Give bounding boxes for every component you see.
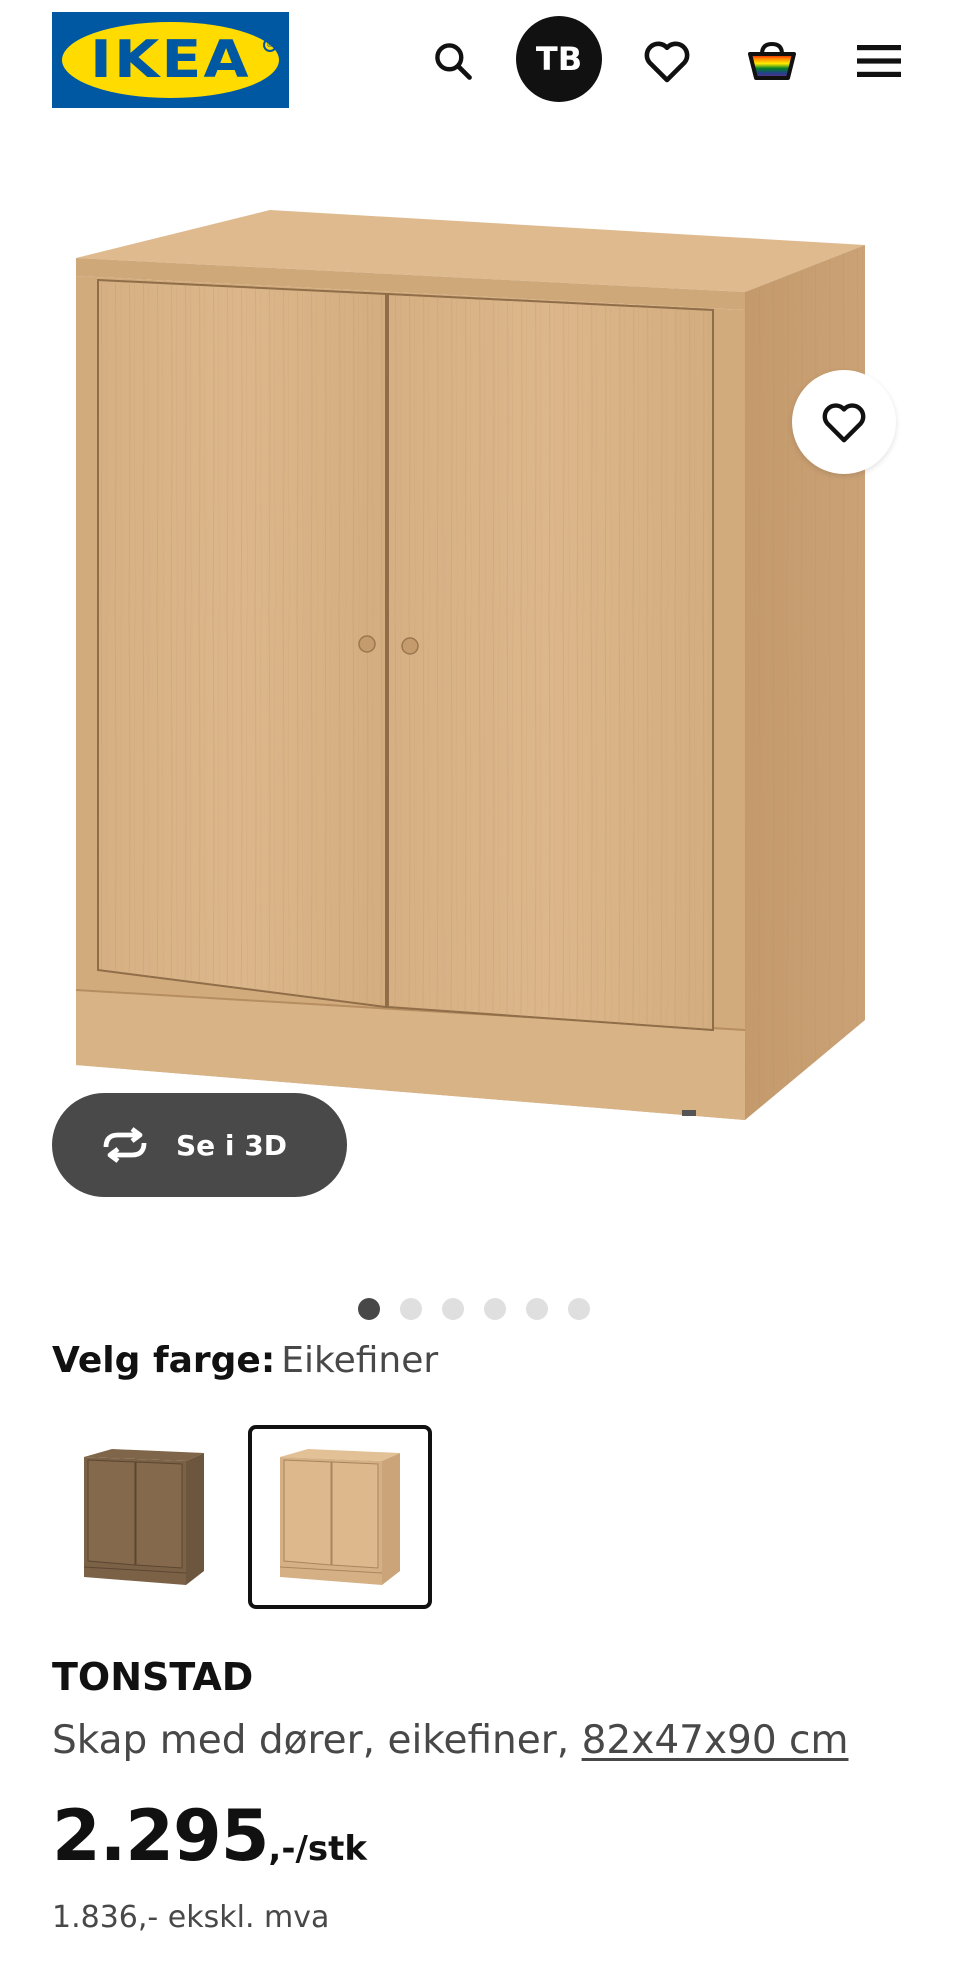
product-gallery[interactable]: Se i 3D (0, 120, 960, 1320)
product-measurements-link[interactable]: 82x47x90 cm (582, 1718, 849, 1763)
rotate-3d-icon (103, 1127, 147, 1163)
color-label-key: Velg farge: (52, 1340, 276, 1381)
pagination-dot-1[interactable] (358, 1298, 380, 1320)
price-suffix: ,-/stk (268, 1829, 367, 1869)
swatch-image-oak (279, 1449, 400, 1585)
image-pagination (358, 1298, 590, 1320)
menu-icon[interactable] (836, 18, 922, 104)
product-name: TONSTAD (52, 1655, 254, 1699)
ikea-logo[interactable]: IKEA ® (52, 12, 289, 108)
shopping-bag-icon[interactable] (729, 18, 815, 104)
product-description: Skap med dører, eikefiner, 82x47x90 cm (52, 1718, 848, 1763)
logo-wordmark: IKEA (90, 30, 251, 90)
pagination-dot-2[interactable] (400, 1298, 422, 1320)
heart-icon (822, 403, 866, 443)
pagination-dot-5[interactable] (526, 1298, 548, 1320)
product-description-text: Skap med dører, eikefiner, (52, 1718, 570, 1763)
site-header: IKEA ® TB (0, 0, 960, 120)
brown-stained-option[interactable] (52, 1425, 236, 1609)
view-in-3d-label: Se i 3D (176, 1128, 287, 1162)
save-to-favorites-button[interactable] (792, 370, 896, 474)
user-avatar[interactable]: TB (516, 16, 602, 102)
price-main: 2.295 (52, 1795, 269, 1877)
view-in-3d-button[interactable]: Se i 3D (52, 1093, 347, 1197)
product-price: 2.295,-/stk (52, 1795, 367, 1877)
pagination-dot-6[interactable] (568, 1298, 590, 1320)
price-excl-vat: 1.836,- ekskl. mva (52, 1900, 330, 1935)
oak-veneer-option[interactable] (248, 1425, 432, 1609)
swatch-image-brown (83, 1449, 204, 1585)
selected-color-value: Eikefiner (281, 1340, 439, 1381)
color-selector-label: Velg farge: Eikefiner (52, 1340, 438, 1381)
heart-icon[interactable] (624, 18, 710, 104)
product-image (75, 210, 865, 1120)
registered-mark: ® (263, 38, 277, 52)
pagination-dot-4[interactable] (484, 1298, 506, 1320)
search-icon[interactable] (410, 18, 496, 104)
pagination-dot-3[interactable] (442, 1298, 464, 1320)
